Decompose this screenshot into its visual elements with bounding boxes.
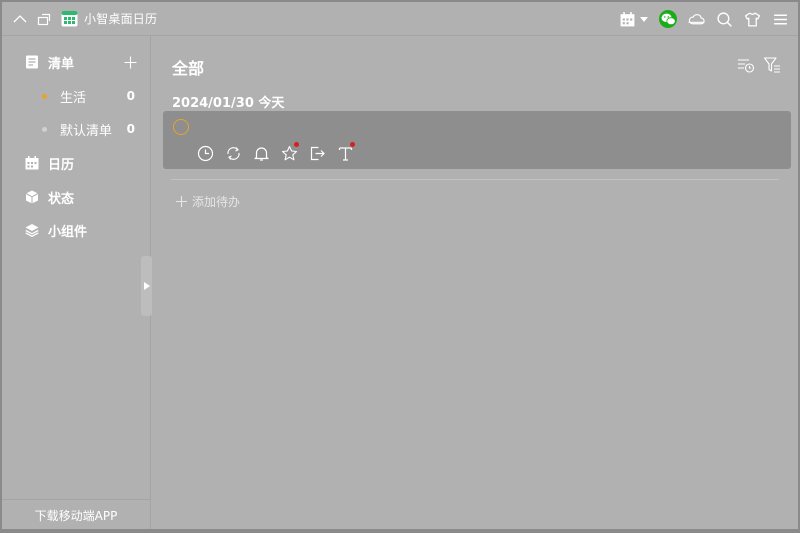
menu-icon[interactable]	[770, 9, 790, 29]
page-title: 全部	[172, 59, 205, 78]
search-icon[interactable]	[714, 9, 734, 29]
sidebar: 清单 生活 0 默认清单 0 日历 状态 小组件 下载移动端APP	[2, 36, 151, 529]
sidebar-collapse-handle[interactable]	[141, 256, 152, 316]
sidebar-item-label: 日历	[48, 157, 75, 173]
export-icon	[310, 146, 325, 160]
calendar-dropdown[interactable]	[617, 9, 648, 29]
main-panel: 全部 2024/01/30 今天 添加待办	[152, 36, 798, 529]
sidebar-item-lists[interactable]: 清单	[2, 49, 151, 75]
move-button[interactable]	[307, 144, 327, 162]
star-icon	[281, 145, 297, 160]
cube-icon	[25, 190, 39, 204]
list-item-count: 0	[126, 122, 135, 136]
download-app-link[interactable]: 下载移动端APP	[2, 499, 150, 529]
clock-icon	[197, 145, 213, 161]
text-format-button[interactable]	[335, 142, 355, 162]
list-icon	[25, 55, 39, 69]
pin-icon[interactable]	[35, 10, 53, 28]
list-color-dot	[42, 93, 47, 99]
divider	[171, 179, 779, 180]
app-logo-icon	[61, 10, 78, 27]
sort-clock-icon	[738, 59, 755, 73]
set-time-button[interactable]	[195, 144, 215, 162]
text-icon	[338, 146, 352, 161]
task-editor[interactable]	[163, 111, 791, 169]
reminder-button[interactable]	[251, 144, 271, 162]
task-checkbox[interactable]	[173, 119, 189, 135]
sidebar-item-calendar[interactable]: 日历	[2, 150, 151, 176]
repeat-button[interactable]	[223, 144, 243, 162]
sort-by-time-button[interactable]	[736, 55, 756, 75]
list-item-label: 默认清单	[60, 123, 113, 139]
chevron-up-icon[interactable]	[11, 10, 29, 28]
shirt-icon[interactable]	[742, 9, 762, 29]
list-item[interactable]: 生活 0	[2, 85, 151, 107]
app-window: 小智桌面日历 清单 生活 0 默认清单 0 日历 状态 小组件 下载移动端APP…	[0, 0, 800, 533]
layers-icon	[25, 223, 39, 237]
chevron-right-icon	[143, 282, 150, 290]
titlebar: 小智桌面日历	[2, 2, 798, 36]
filter-button[interactable]	[762, 55, 782, 75]
repeat-icon	[226, 146, 240, 160]
new-badge	[350, 142, 355, 147]
sidebar-item-label: 状态	[48, 191, 75, 207]
wechat-button[interactable]	[658, 9, 678, 29]
sidebar-item-label: 清单	[48, 56, 75, 72]
calendar-icon	[617, 9, 637, 29]
wechat-icon	[659, 10, 677, 28]
list-item-count: 0	[126, 89, 135, 103]
new-badge	[294, 142, 299, 147]
calendar-icon	[25, 156, 39, 170]
chevron-down-icon	[640, 17, 648, 22]
cloud-icon[interactable]	[686, 9, 706, 29]
sidebar-item-label: 小组件	[48, 224, 88, 240]
list-item-label: 生活	[60, 90, 87, 106]
app-title: 小智桌面日历	[84, 12, 158, 26]
star-button[interactable]	[279, 142, 299, 162]
filter-icon	[763, 57, 780, 73]
list-color-dot	[42, 126, 47, 132]
date-header: 2024/01/30 今天	[172, 96, 285, 111]
plus-icon	[176, 196, 187, 207]
add-list-icon[interactable]	[124, 56, 137, 69]
bell-icon	[253, 146, 269, 161]
sidebar-item-status[interactable]: 状态	[2, 184, 151, 210]
list-item[interactable]: 默认清单 0	[2, 118, 151, 140]
sidebar-item-widgets[interactable]: 小组件	[2, 217, 151, 243]
add-todo-button[interactable]: 添加待办	[176, 193, 240, 210]
add-todo-label: 添加待办	[192, 195, 241, 209]
